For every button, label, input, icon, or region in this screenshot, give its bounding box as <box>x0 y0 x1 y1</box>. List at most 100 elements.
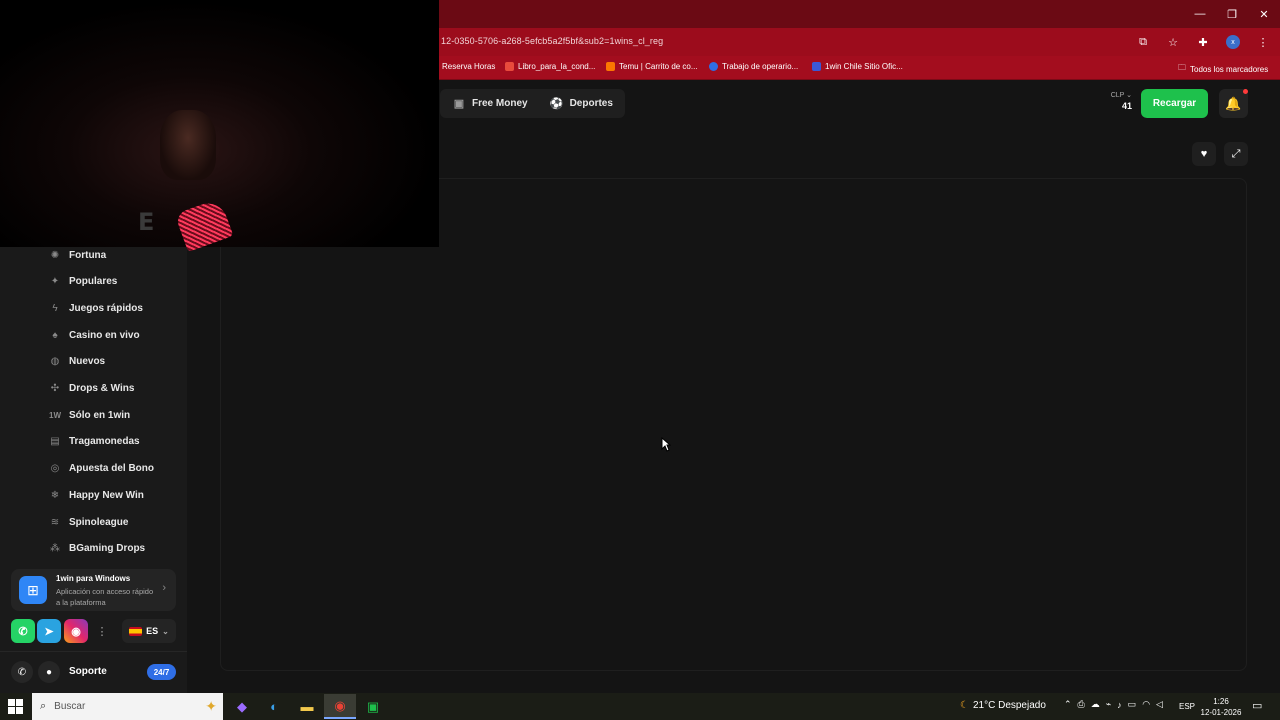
sidebar-item-label: Populares <box>69 276 118 288</box>
bookmark-temu[interactable]: Temu | Carrito de co... <box>606 62 698 71</box>
language-selector[interactable]: ES ⌄ <box>122 619 176 643</box>
telegram-button[interactable]: ➤ <box>37 619 61 643</box>
extensions-icon[interactable]: ✚ <box>1194 33 1212 51</box>
sidebar-item-drops-wins[interactable]: ✣ Drops & Wins <box>48 379 135 399</box>
phone-icon: ✆ <box>17 666 27 678</box>
game-frame[interactable] <box>220 178 1247 671</box>
clock[interactable]: 1:26 12-01-2026 <box>1198 696 1244 718</box>
sidebar-item-spinoleague[interactable]: ≋ Spinoleague <box>48 512 129 532</box>
bookmark-reserva-horas[interactable]: Reserva Horas <box>442 62 495 71</box>
profile-button[interactable]: x <box>1224 33 1242 51</box>
mouse-cursor-icon <box>661 437 671 452</box>
star-icon[interactable]: ☆ <box>1164 33 1182 51</box>
notifications-button[interactable]: 🔔 <box>1219 89 1248 118</box>
input-language[interactable]: ESP <box>1179 702 1195 711</box>
heart-icon: ♥ <box>1200 148 1208 160</box>
battery-icon[interactable]: ▭ <box>1128 699 1137 710</box>
sidebar-item-happy-new-win[interactable]: ❄ Happy New Win <box>48 485 144 505</box>
bell-icon: 🔔 <box>1225 95 1242 111</box>
usb-icon[interactable]: ⌁ <box>1106 699 1111 710</box>
edge-app[interactable]: ◐ <box>258 694 290 719</box>
nav-free-money[interactable]: ▣ Free Money <box>452 97 528 111</box>
chrome-app[interactable]: ◉ <box>324 694 356 719</box>
taskbar-search[interactable]: ⌕ Buscar ✦ <box>32 693 223 720</box>
bookmark-libro[interactable]: Libro_para_la_cond... <box>505 62 595 71</box>
sidebar-item-label: Apuesta del Bono <box>69 463 155 475</box>
phone-button[interactable]: ✆ <box>11 661 33 683</box>
bookmark-label: Libro_para_la_cond... <box>518 62 596 71</box>
notification-center-icon[interactable]: ▭ <box>1252 699 1262 712</box>
url-field[interactable]: 12-0350-5706-a268-5efcb5a2f5bf&sub2=1win… <box>441 36 663 46</box>
install-app-icon[interactable]: ⧉ <box>1134 33 1152 51</box>
sidebar-item-label: Nuevos <box>69 356 106 368</box>
recharge-button[interactable]: Recargar <box>1141 89 1208 118</box>
search-highlight-icon: ✦ <box>205 698 217 714</box>
all-bookmarks-label: Todos los marcadores <box>1190 64 1269 74</box>
tray-app-icon[interactable]: ⎙ <box>1078 699 1085 710</box>
start-button[interactable] <box>8 699 23 714</box>
bookmark-label: Reserva Horas <box>442 62 496 71</box>
tray-cloud-icon[interactable]: ☁ <box>1091 699 1100 710</box>
microphone-icon[interactable]: ♪ <box>1117 700 1122 710</box>
menu-kebab-icon[interactable]: ⋮ <box>1254 33 1272 51</box>
new-icon: ◍ <box>50 356 60 368</box>
sidebar-item-solo-en-1win[interactable]: 1W Sólo en 1win <box>48 405 130 425</box>
instagram-button[interactable]: ◉ <box>64 619 88 643</box>
sidebar-item-label: Sólo en 1win <box>69 409 131 421</box>
bookmark-label: 1win Chile Sitio Ofic... <box>825 62 903 71</box>
whatsapp-icon: ✆ <box>18 625 28 638</box>
windows-taskbar: ⌕ Buscar ✦ ◆ ◐ ▬ ◉ ▣ ☾ 21°C Despejado ⌃ … <box>0 693 1280 720</box>
spade-icon: ♠ <box>52 329 58 341</box>
top-nav: ▣ Free Money ⚽ Deportes <box>440 89 625 118</box>
bookmark-trabajo[interactable]: Trabajo de operario... <box>709 62 798 71</box>
weather-widget[interactable]: ☾ 21°C Despejado <box>960 700 1046 711</box>
chevron-right-icon: › <box>162 582 166 594</box>
avatar: x <box>1226 35 1240 49</box>
chevron-up-icon[interactable]: ⌃ <box>1064 699 1072 710</box>
nav-free-money-label: Free Money <box>472 98 528 109</box>
sidebar-item-juegos-rapidos[interactable]: ϟ Juegos rápidos <box>48 298 143 318</box>
divider <box>0 651 187 652</box>
close-button[interactable]: ✕ <box>1248 0 1280 28</box>
streaming-app[interactable]: ▣ <box>357 694 389 719</box>
edge-icon: ◐ <box>270 699 278 714</box>
windows-app-card[interactable]: ⊞ 1win para Windows Aplicación con acces… <box>11 569 176 611</box>
webcam-person <box>160 110 216 180</box>
sidebar-item-populares[interactable]: ✦ Populares <box>48 272 118 292</box>
sidebar-item-apuesta-del-bono[interactable]: ◎ Apuesta del Bono <box>48 459 154 479</box>
bookmark-label: Trabajo de operario... <box>722 62 799 71</box>
fullscreen-button[interactable]: ⤢ <box>1224 142 1248 166</box>
sidebar-item-label: Juegos rápidos <box>69 302 143 314</box>
volume-icon[interactable]: ◁ <box>1156 699 1163 710</box>
support-link[interactable]: Soporte <box>69 666 107 677</box>
app-card-title: 1win para Windows <box>56 574 131 583</box>
sidebar-item-fortuna[interactable]: ✺ Fortuna <box>48 245 106 265</box>
weather-moon-icon: ☾ <box>960 700 969 711</box>
all-bookmarks-button[interactable]: 🗀 Todos los marcadores <box>1178 62 1268 76</box>
bookmark-1win[interactable]: 1win Chile Sitio Ofic... <box>812 62 903 71</box>
copilot-icon: ◆ <box>237 698 247 714</box>
webcam-microphone <box>174 197 234 253</box>
1win-icon <box>812 62 821 71</box>
restore-button[interactable]: ❐ <box>1216 0 1248 28</box>
sidebar-item-nuevos[interactable]: ◍ Nuevos <box>48 352 106 372</box>
favorite-button[interactable]: ♥ <box>1192 142 1216 166</box>
wifi-icon[interactable]: ◠ <box>1142 699 1150 710</box>
balance-display[interactable]: CLP ⌄ 41 <box>1100 91 1132 111</box>
more-vertical-icon: ⋮ <box>96 625 108 638</box>
currency-label: CLP ⌄ <box>1110 92 1132 99</box>
sidebar-item-tragamonedas[interactable]: ▤ Tragamonedas <box>48 432 139 452</box>
nav-deportes[interactable]: ⚽ Deportes <box>550 97 613 111</box>
sidebar-item-casino-en-vivo[interactable]: ♠ Casino en vivo <box>48 325 140 345</box>
search-input[interactable]: Buscar <box>54 701 85 712</box>
sidebar-item-label: Casino en vivo <box>69 329 140 341</box>
copilot-app[interactable]: ◆ <box>226 694 258 719</box>
file-explorer-app[interactable]: ▬ <box>291 694 323 719</box>
whatsapp-button[interactable]: ✆ <box>11 619 35 643</box>
sidebar-item-bgaming-drops[interactable]: ⁂ BGaming Drops <box>48 539 145 559</box>
chat-button[interactable]: ● <box>38 661 60 683</box>
bookmark-icon <box>505 62 514 71</box>
minimize-button[interactable]: — <box>1184 0 1216 28</box>
more-options-button[interactable]: ⋮ <box>92 619 112 643</box>
nav-deportes-label: Deportes <box>569 98 613 109</box>
